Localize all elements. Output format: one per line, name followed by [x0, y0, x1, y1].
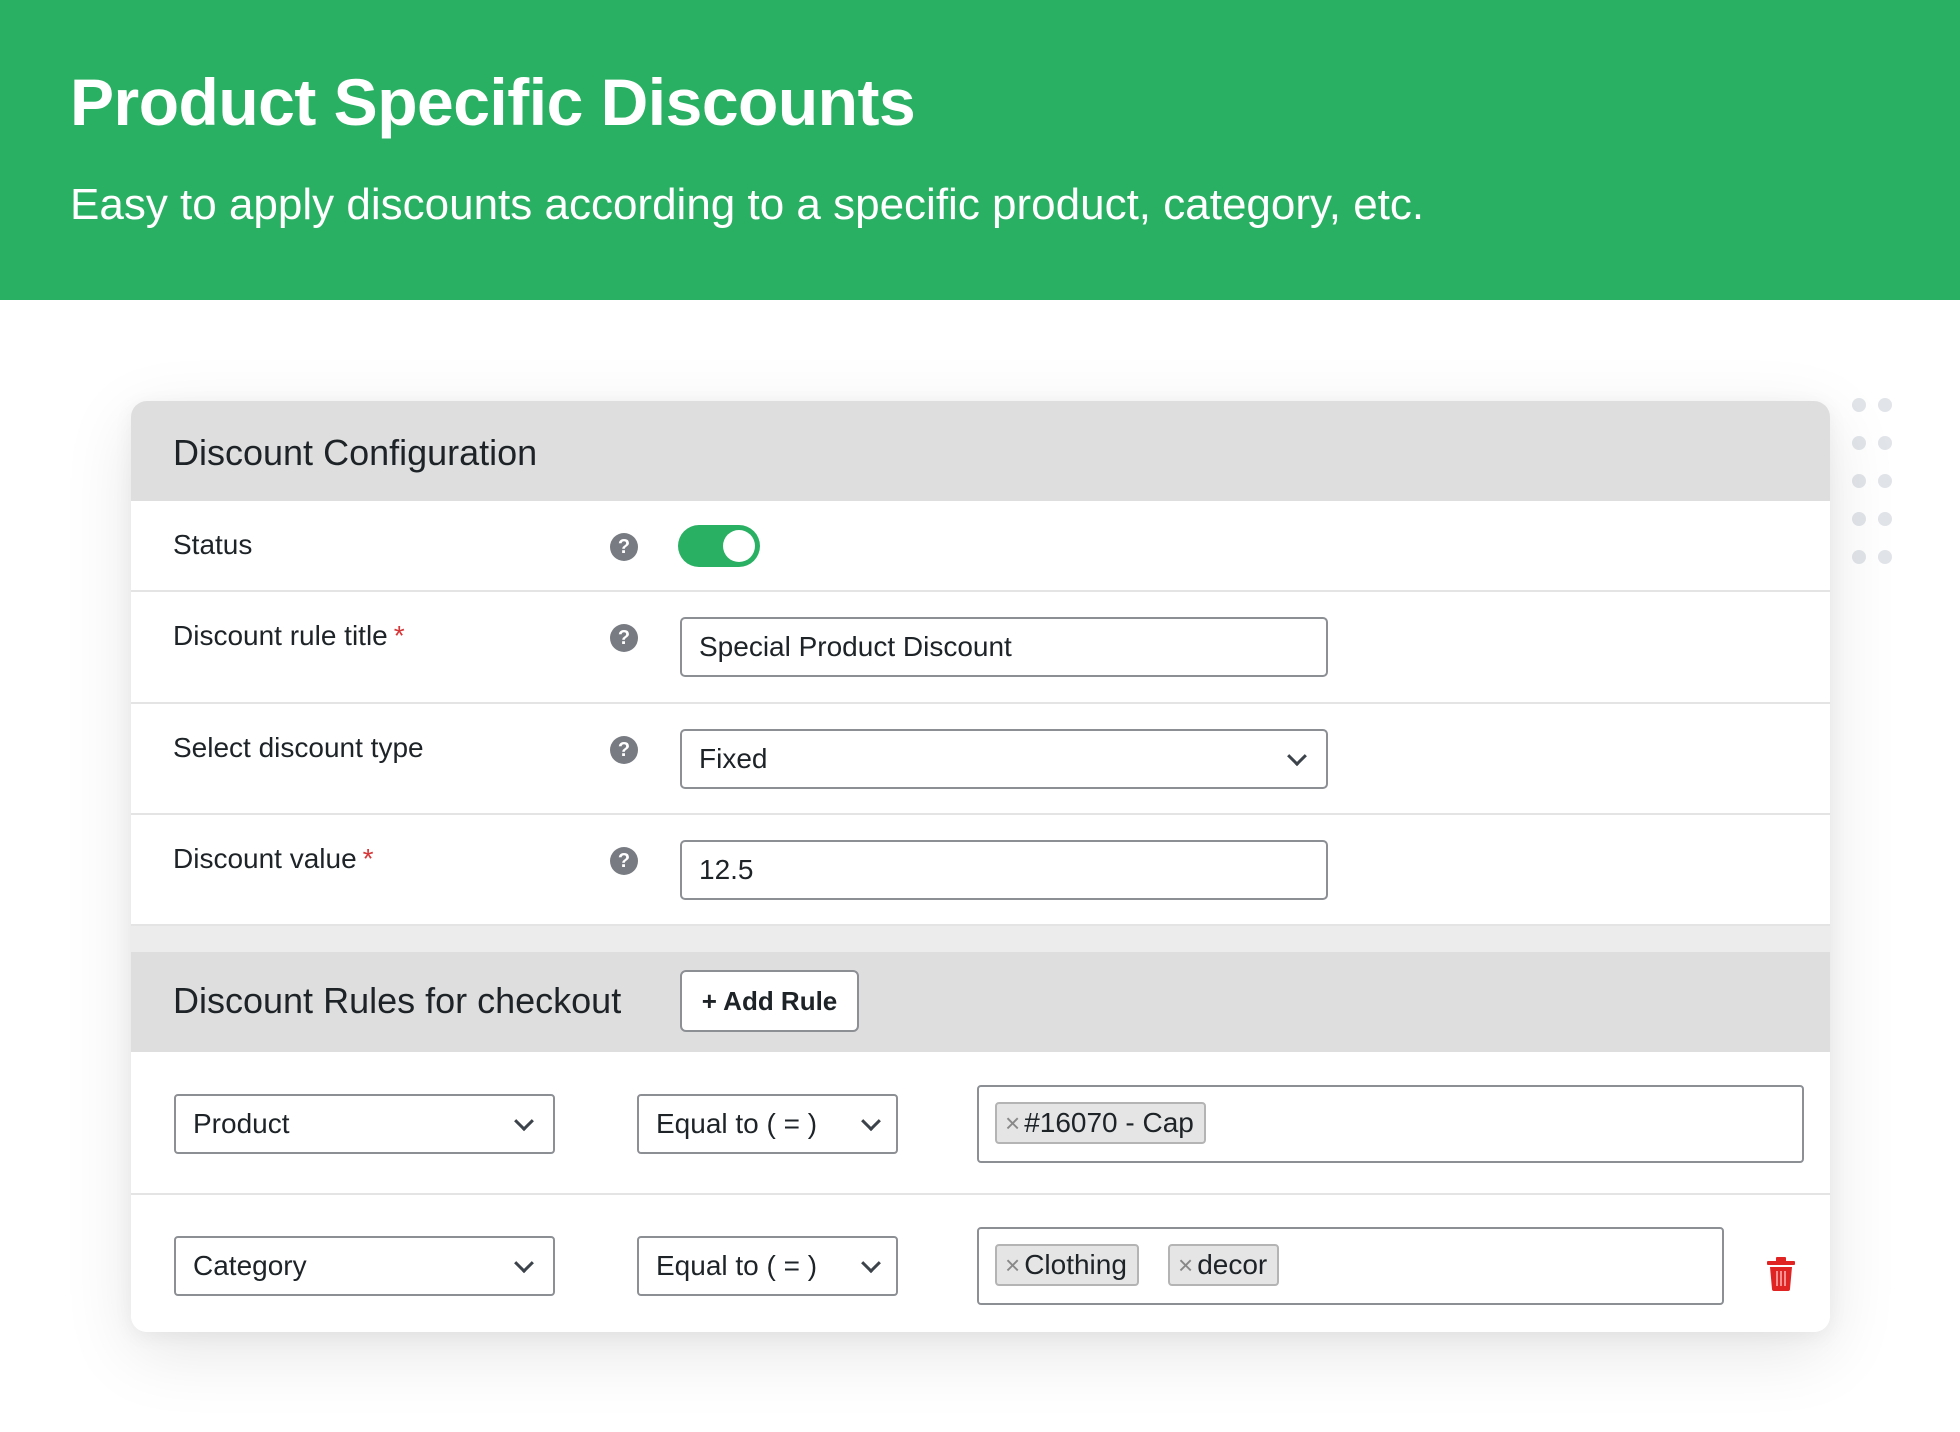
decorative-dots: [1852, 398, 1912, 568]
rule-title-label-text: Discount rule title: [173, 620, 388, 651]
discount-type-row: Select discount type ? Fixed: [131, 704, 1830, 815]
rules-header: Discount Rules for checkout + Add Rule: [131, 952, 1830, 1052]
status-label: Status: [173, 529, 253, 560]
add-rule-button[interactable]: + Add Rule: [680, 970, 859, 1032]
rule-title-input[interactable]: Special Product Discount: [680, 617, 1328, 677]
rule-value-multiselect[interactable]: × #16070 - Cap: [977, 1085, 1804, 1163]
help-icon[interactable]: ?: [610, 736, 638, 764]
help-icon[interactable]: ?: [610, 847, 638, 875]
tag-label: #16070 - Cap: [1024, 1107, 1194, 1138]
chevron-down-icon: [514, 1111, 534, 1132]
remove-tag-icon[interactable]: ×: [1005, 1108, 1020, 1138]
section-divider: [131, 926, 1830, 952]
status-toggle[interactable]: [678, 525, 760, 567]
status-row: Status ?: [131, 501, 1830, 592]
discount-type-select[interactable]: Fixed: [680, 729, 1328, 789]
tag-label: Clothing: [1024, 1249, 1127, 1280]
rules-title: Discount Rules for checkout: [173, 980, 622, 1021]
toggle-knob: [723, 530, 755, 562]
chevron-down-icon: [514, 1253, 534, 1274]
discount-type-value: Fixed: [699, 743, 768, 774]
trash-icon[interactable]: [1767, 1257, 1795, 1291]
discount-card: Discount Configuration Status ? Discount…: [131, 401, 1830, 1332]
discount-value-label: Discount value *: [173, 843, 374, 875]
rule-title-row: Discount rule title * ? Special Product D…: [131, 592, 1830, 704]
discount-type-label: Select discount type: [173, 732, 424, 763]
rule-field-value: Product: [193, 1108, 290, 1139]
rule-operator-select[interactable]: Equal to ( = ): [637, 1094, 898, 1154]
rule-field-select[interactable]: Product: [174, 1094, 555, 1154]
discount-value-label-text: Discount value: [173, 843, 357, 874]
rule-value-multiselect[interactable]: × Clothing × decor: [977, 1227, 1724, 1305]
selected-tag[interactable]: × #16070 - Cap: [995, 1102, 1206, 1144]
chevron-down-icon: [861, 1253, 881, 1274]
rule-operator-value: Equal to ( = ): [656, 1250, 818, 1281]
chevron-down-icon: [1287, 746, 1307, 767]
remove-tag-icon[interactable]: ×: [1178, 1250, 1193, 1280]
hero-title: Product Specific Discounts: [70, 65, 916, 139]
rule-title-label: Discount rule title *: [173, 620, 405, 652]
hero-banner: Product Specific Discounts Easy to apply…: [0, 0, 1960, 300]
discount-value-row: Discount value * ? 12.5: [131, 815, 1830, 926]
config-title: Discount Configuration: [173, 432, 538, 473]
tag-label: decor: [1197, 1249, 1268, 1280]
selected-tag[interactable]: × decor: [1168, 1244, 1280, 1286]
required-mark: *: [362, 843, 374, 874]
selected-tag[interactable]: × Clothing: [995, 1244, 1139, 1286]
config-header: Discount Configuration: [131, 401, 1830, 501]
required-mark: *: [393, 620, 405, 651]
rule-operator-value: Equal to ( = ): [656, 1108, 818, 1139]
rule-row: Category Equal to ( = ) × Clothing × decor: [131, 1195, 1830, 1332]
remove-tag-icon[interactable]: ×: [1005, 1250, 1020, 1280]
discount-value-input[interactable]: 12.5: [680, 840, 1328, 900]
rule-field-select[interactable]: Category: [174, 1236, 555, 1296]
rule-field-value: Category: [193, 1250, 307, 1281]
help-icon[interactable]: ?: [610, 533, 638, 561]
help-icon[interactable]: ?: [610, 624, 638, 652]
rule-row: Product Equal to ( = ) × #16070 - Cap: [131, 1052, 1830, 1195]
hero-subtitle: Easy to apply discounts according to a s…: [70, 180, 1425, 229]
chevron-down-icon: [861, 1111, 881, 1132]
rule-operator-select[interactable]: Equal to ( = ): [637, 1236, 898, 1296]
